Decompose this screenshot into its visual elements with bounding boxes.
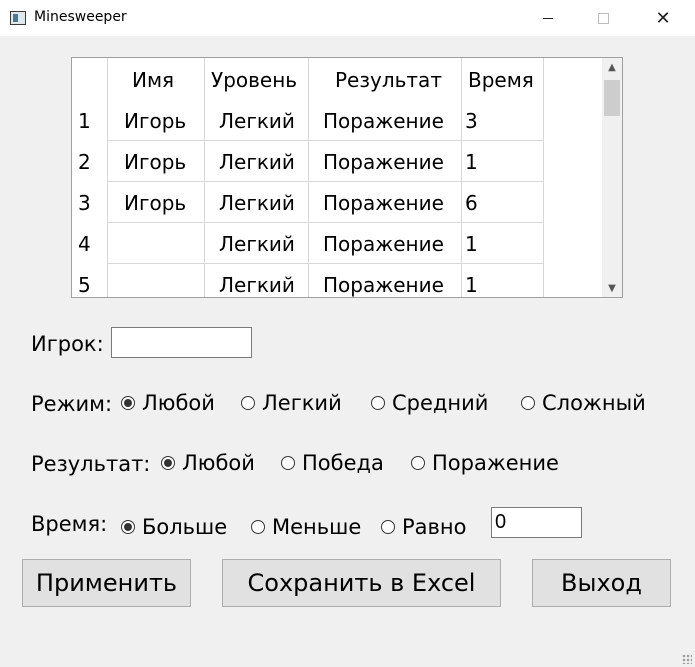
column-header-result[interactable]: Результат <box>335 60 442 101</box>
table-cell-time[interactable]: 6 <box>465 183 478 224</box>
radio-unchecked-icon <box>411 456 425 470</box>
row-number[interactable]: 3 <box>78 183 91 224</box>
grid-line <box>543 58 544 297</box>
window-title: Minesweeper <box>34 9 127 25</box>
table-cell-level[interactable]: Легкий <box>219 224 295 265</box>
row-number[interactable]: 5 <box>78 265 91 297</box>
save-excel-button[interactable]: Сохранить в Excel <box>222 559 501 607</box>
column-header-level[interactable]: Уровень <box>211 60 297 101</box>
maximize-button[interactable] <box>580 0 626 36</box>
result-radio-any[interactable]: Любой <box>161 451 255 475</box>
radio-checked-icon <box>161 456 175 470</box>
table-cell-level[interactable]: Легкий <box>219 142 295 183</box>
result-radio-win[interactable]: Победа <box>281 451 384 475</box>
app-icon <box>10 11 26 25</box>
scroll-down-icon[interactable]: ▼ <box>602 279 622 297</box>
time-value-input[interactable] <box>491 507 582 538</box>
radio-label: Средний <box>392 391 489 415</box>
close-button[interactable]: ✕ <box>640 0 686 36</box>
grid-line <box>107 58 108 297</box>
radio-label: Любой <box>142 391 215 415</box>
minimize-button[interactable] <box>525 0 571 36</box>
radio-label: Меньше <box>272 515 362 539</box>
radio-label: Равно <box>402 515 467 539</box>
radio-label: Любой <box>182 451 255 475</box>
radio-unchecked-icon <box>281 456 295 470</box>
column-header-time[interactable]: Время <box>468 60 534 101</box>
grid-line <box>204 58 205 297</box>
time-radio-greater[interactable]: Больше <box>121 515 227 539</box>
table-cell-level[interactable]: Легкий <box>219 101 295 142</box>
player-label: Игрок: <box>31 332 104 356</box>
result-radio-loss[interactable]: Поражение <box>411 451 559 475</box>
table-cell-time[interactable]: 3 <box>465 101 478 142</box>
vertical-scrollbar[interactable]: ▲ ▼ <box>602 58 622 297</box>
title-bar: Minesweeper ✕ <box>0 0 695 36</box>
table-cell-level[interactable]: Легкий <box>219 183 295 224</box>
row-number[interactable]: 2 <box>78 142 91 183</box>
column-header-name[interactable]: Имя <box>132 60 174 101</box>
resize-grip-icon[interactable] <box>682 654 692 664</box>
mode-radio-easy[interactable]: Легкий <box>241 391 342 415</box>
table-cell-result[interactable]: Поражение <box>323 142 444 183</box>
row-number[interactable]: 1 <box>78 101 91 142</box>
time-radio-less[interactable]: Меньше <box>251 515 361 539</box>
close-icon: ✕ <box>655 7 671 29</box>
table-cell-result[interactable]: Поражение <box>323 183 444 224</box>
table-cell-time[interactable]: 1 <box>465 265 478 297</box>
player-input[interactable] <box>111 327 252 358</box>
maximize-icon <box>597 12 609 24</box>
table-cell-name[interactable]: Игорь <box>124 101 186 142</box>
scroll-thumb[interactable] <box>604 80 620 116</box>
table-cell-name[interactable]: Игорь <box>124 183 186 224</box>
radio-label: Поражение <box>432 451 559 475</box>
time-label: Время: <box>31 512 108 536</box>
radio-unchecked-icon <box>381 520 395 534</box>
grid-line <box>308 58 309 297</box>
table-cell-name[interactable]: Игорь <box>124 142 186 183</box>
minimize-icon <box>543 17 553 19</box>
table-cell-result[interactable]: Поражение <box>323 101 444 142</box>
results-table[interactable]: Имя Уровень Результат Время 1 Игорь Легк… <box>71 57 623 298</box>
radio-label: Победа <box>302 451 384 475</box>
table-cell-result[interactable]: Поражение <box>323 224 444 265</box>
result-label: Результат: <box>31 452 151 476</box>
apply-button[interactable]: Применить <box>22 559 191 607</box>
grid-line <box>461 58 462 297</box>
radio-checked-icon <box>121 396 135 410</box>
radio-label: Сложный <box>542 391 646 415</box>
radio-unchecked-icon <box>371 396 385 410</box>
mode-radio-hard[interactable]: Сложный <box>521 391 646 415</box>
mode-radio-any[interactable]: Любой <box>121 391 215 415</box>
mode-label: Режим: <box>31 392 113 416</box>
mode-radio-medium[interactable]: Средний <box>371 391 488 415</box>
table-cell-time[interactable]: 1 <box>465 142 478 183</box>
time-radio-equal[interactable]: Равно <box>381 515 467 539</box>
radio-label: Больше <box>142 515 228 539</box>
scroll-up-icon[interactable]: ▲ <box>602 58 622 76</box>
radio-label: Легкий <box>262 391 342 415</box>
table-cell-result[interactable]: Поражение <box>323 265 444 297</box>
table-cell-level[interactable]: Легкий <box>219 265 295 297</box>
radio-unchecked-icon <box>521 396 535 410</box>
radio-checked-icon <box>121 520 135 534</box>
radio-unchecked-icon <box>251 520 265 534</box>
row-number[interactable]: 4 <box>78 224 91 265</box>
table-cell-time[interactable]: 1 <box>465 224 478 265</box>
radio-unchecked-icon <box>241 396 255 410</box>
exit-button[interactable]: Выход <box>532 559 671 607</box>
